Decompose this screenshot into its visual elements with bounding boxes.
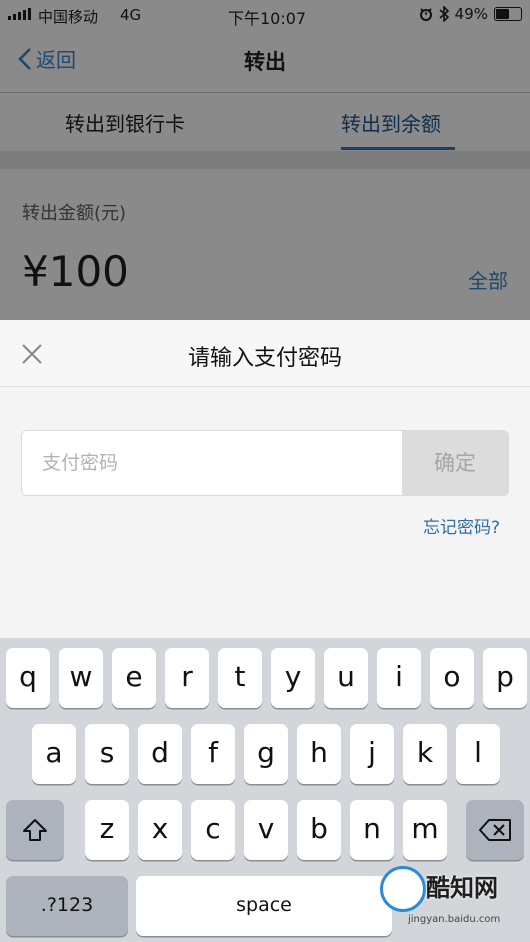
active-tab-indicator <box>341 147 455 150</box>
key-y[interactable]: y <box>271 648 315 708</box>
tab-bar: 转出到银行卡 转出到余额 <box>0 93 530 151</box>
key-p[interactable]: p <box>483 648 527 708</box>
key-i[interactable]: i <box>377 648 421 708</box>
backspace-icon <box>479 819 511 841</box>
key-r[interactable]: r <box>165 648 209 708</box>
amount-value[interactable]: ¥100 <box>22 247 129 296</box>
watermark-name: 酷知网 <box>426 874 498 902</box>
key-t[interactable]: t <box>218 648 262 708</box>
watermark-url: jingyan.baidu.com <box>408 914 501 925</box>
key-s[interactable]: s <box>85 724 129 784</box>
watermark-logo-icon <box>380 866 426 912</box>
carrier-name: 中国移动 <box>38 8 99 26</box>
alarm-icon <box>419 8 432 21</box>
payment-password-sheet: 请输入支付密码 确定 忘记密码? <box>0 320 530 638</box>
key-g[interactable]: g <box>244 724 288 784</box>
battery-percent: 49% <box>454 5 488 23</box>
battery-icon <box>494 7 522 21</box>
amount-card: 转出金额(元) ¥100 全部 <box>0 169 530 320</box>
key-q[interactable]: q <box>6 648 50 708</box>
shift-key[interactable] <box>6 800 64 860</box>
backspace-key[interactable] <box>466 800 524 860</box>
forgot-password-link[interactable]: 忘记密码? <box>423 513 500 538</box>
numbers-key[interactable]: .?123 <box>6 876 128 936</box>
payment-password-input[interactable] <box>22 431 402 495</box>
key-v[interactable]: v <box>244 800 288 860</box>
withdraw-all-button[interactable]: 全部 <box>468 265 508 294</box>
key-x[interactable]: x <box>138 800 182 860</box>
key-m[interactable]: m <box>403 800 447 860</box>
section-gap <box>0 151 530 169</box>
key-k[interactable]: k <box>403 724 447 784</box>
key-w[interactable]: w <box>59 648 103 708</box>
page-title: 转出 <box>244 50 286 74</box>
key-o[interactable]: o <box>430 648 474 708</box>
key-e[interactable]: e <box>112 648 156 708</box>
key-f[interactable]: f <box>191 724 235 784</box>
key-d[interactable]: d <box>138 724 182 784</box>
key-l[interactable]: l <box>456 724 500 784</box>
space-key[interactable]: space <box>136 876 392 936</box>
navigation-bar: 返回 转出 <box>0 30 530 92</box>
sheet-header: 请输入支付密码 <box>0 320 530 387</box>
network-type: 4G <box>120 6 142 24</box>
key-h[interactable]: h <box>297 724 341 784</box>
key-z[interactable]: z <box>85 800 129 860</box>
shift-icon <box>23 819 47 841</box>
tab-to-bank-card[interactable]: 转出到银行卡 <box>65 108 185 137</box>
confirm-button[interactable]: 确定 <box>402 431 508 495</box>
key-b[interactable]: b <box>297 800 341 860</box>
tab-to-balance[interactable]: 转出到余额 <box>341 108 441 137</box>
key-a[interactable]: a <box>32 724 76 784</box>
bluetooth-icon <box>439 6 449 22</box>
key-u[interactable]: u <box>324 648 368 708</box>
clock: 下午10:07 <box>228 9 307 28</box>
key-n[interactable]: n <box>350 800 394 860</box>
key-j[interactable]: j <box>350 724 394 784</box>
signal-icon <box>8 8 31 20</box>
password-box: 确定 <box>21 430 509 496</box>
amount-label: 转出金额(元) <box>22 203 127 224</box>
key-c[interactable]: c <box>191 800 235 860</box>
sheet-title: 请输入支付密码 <box>187 346 342 371</box>
status-bar: 中国移动 4G 下午10:07 49% <box>0 0 530 30</box>
watermark: 酷知网 jingyan.baidu.com <box>380 862 510 934</box>
